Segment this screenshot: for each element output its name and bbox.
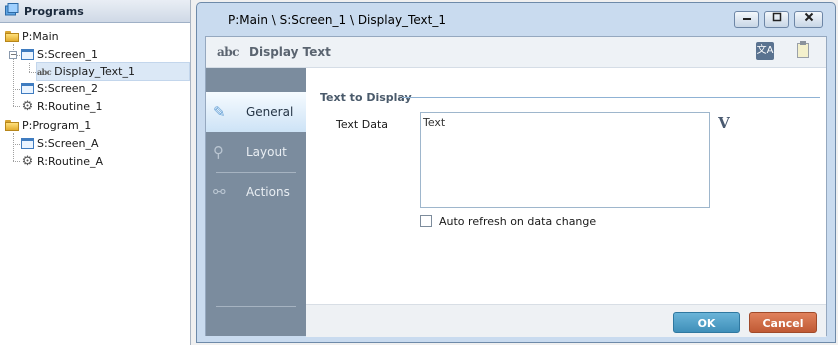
tree-item-label: P:Main	[22, 30, 59, 43]
tree-guide	[13, 161, 20, 162]
tree-item-p-main[interactable]: P:Main	[5, 28, 59, 45]
tree-item-routine-a[interactable]: ⚙ R:Routine_A	[21, 153, 103, 170]
pencil-icon: ✎	[213, 103, 226, 121]
close-icon	[804, 12, 813, 22]
folder-icon	[5, 120, 19, 131]
tree-item-display-text-1[interactable]: abc Display_Text_1	[36, 62, 190, 81]
maximize-button[interactable]	[764, 11, 789, 28]
dialog-titlebar[interactable]: P:Main \ S:Screen_1 \ Display_Text_1	[197, 3, 835, 36]
nav-tab-general[interactable]: ✎ General	[206, 92, 306, 132]
display-text-icon: abc	[37, 66, 52, 77]
tree-item-label: Display_Text_1	[54, 65, 135, 78]
insert-variable-button[interactable]: V	[714, 114, 734, 132]
ok-button[interactable]: OK	[673, 312, 740, 333]
screen-icon	[21, 138, 34, 149]
minimize-button[interactable]	[734, 11, 759, 28]
display-text-dialog: P:Main \ S:Screen_1 \ Display_Text_1 abc…	[196, 2, 836, 343]
auto-refresh-label[interactable]: Auto refresh on data change	[439, 215, 596, 228]
screen-icon	[21, 83, 34, 94]
tree-item-label: S:Screen_A	[37, 137, 99, 150]
dialog-header-bar: abc Display Text 文A	[206, 37, 826, 68]
routine-gear-icon: ⚙	[21, 154, 34, 169]
magnifier-icon: ⚲	[213, 143, 224, 161]
tree-guide	[13, 133, 14, 161]
clipboard-icon[interactable]	[797, 41, 809, 58]
tree-item-label: R:Routine_A	[37, 155, 103, 168]
screen-icon	[21, 49, 34, 60]
nav-tab-label: Layout	[246, 145, 287, 159]
nav-tab-actions[interactable]: ⚯ Actions	[206, 172, 306, 212]
programs-icon	[5, 3, 19, 19]
tree-item-screen-a[interactable]: S:Screen_A	[21, 135, 99, 152]
section-divider	[402, 97, 820, 98]
tree-guide	[13, 89, 14, 106]
display-text-icon: abc	[217, 45, 239, 59]
tree-item-screen-1[interactable]: S:Screen_1	[21, 46, 98, 63]
programs-panel-title: Programs	[24, 4, 84, 18]
routine-gear-icon: ⚙	[21, 99, 34, 114]
link-icon: ⚯	[213, 183, 226, 201]
tree-item-screen-2[interactable]: S:Screen_2	[21, 80, 98, 97]
text-data-label: Text Data	[336, 118, 389, 131]
text-data-input[interactable]: Text	[420, 112, 710, 208]
close-button[interactable]	[794, 11, 823, 28]
general-content-panel: Text to Display Text Data Text V Auto re…	[306, 68, 826, 304]
tree-guide	[29, 63, 30, 72]
tree-item-label: S:Screen_1	[37, 48, 99, 61]
tree-item-routine-1[interactable]: ⚙ R:Routine_1	[21, 98, 103, 115]
tree-guide	[13, 106, 20, 107]
tree-guide	[13, 89, 20, 90]
auto-refresh-checkbox[interactable]	[420, 215, 432, 227]
folder-icon	[5, 31, 19, 42]
programs-panel-header: Programs	[0, 0, 190, 23]
tree-guide	[13, 144, 20, 145]
nav-tab-label: General	[246, 105, 294, 119]
nav-tab-layout[interactable]: ⚲ Layout	[206, 132, 306, 172]
tree-item-label: S:Screen_2	[37, 82, 99, 95]
translate-icon[interactable]: 文A	[756, 42, 774, 60]
tree-item-program-1[interactable]: P:Program_1	[5, 117, 91, 134]
programs-panel: Programs − P:Main S:Screen_1 abc Display…	[0, 0, 191, 345]
dialog-footer: OK Cancel	[306, 304, 826, 337]
section-title: Text to Display	[320, 91, 412, 104]
dialog-header-title: Display Text	[249, 45, 331, 59]
tree-item-label: P:Program_1	[22, 119, 92, 132]
nav-divider	[216, 306, 296, 307]
collapse-screen-1-toggle[interactable]: −	[9, 51, 17, 59]
side-navigation: ✎ General ⚲ Layout ⚯ Actions	[206, 68, 306, 336]
tree-guide	[29, 72, 36, 73]
maximize-icon	[772, 12, 781, 22]
tree-item-label: R:Routine_1	[37, 100, 103, 113]
dialog-client-area: abc Display Text 文A ✎ General ⚲ Layout ⚯…	[205, 36, 827, 337]
dialog-title: P:Main \ S:Screen_1 \ Display_Text_1	[228, 13, 446, 27]
nav-tab-label: Actions	[246, 185, 290, 199]
cancel-button[interactable]: Cancel	[749, 312, 817, 333]
minimize-icon	[742, 18, 751, 20]
